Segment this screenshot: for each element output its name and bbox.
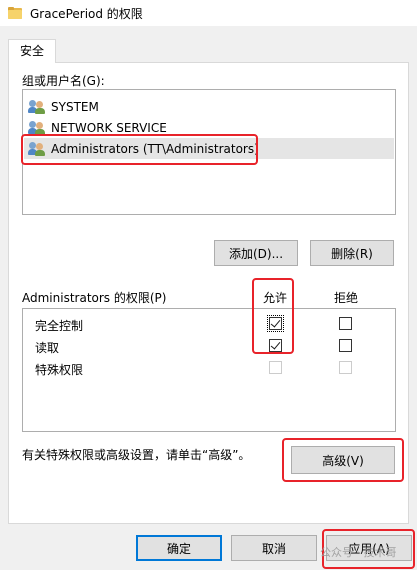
list-item-label: NETWORK SERVICE bbox=[51, 120, 167, 135]
check-icon bbox=[270, 317, 281, 328]
permission-row-label: 特殊权限 bbox=[35, 363, 84, 377]
list-item-label: Administrators (TT\Administrators) bbox=[51, 141, 259, 156]
advanced-hint: 有关特殊权限或高级设置，请单击“高级”。 bbox=[22, 448, 251, 462]
allow-column-header: 允许 bbox=[263, 291, 288, 305]
principals-label: 组或用户名(G): bbox=[22, 74, 105, 88]
check-icon bbox=[270, 339, 281, 350]
list-item-label: SYSTEM bbox=[51, 99, 99, 114]
full-control-allow-checkbox[interactable] bbox=[267, 315, 284, 332]
remove-button[interactable]: 删除(R) bbox=[310, 240, 394, 266]
users-icon bbox=[28, 141, 47, 157]
permissions-title: Administrators 的权限(P) bbox=[22, 291, 167, 305]
tab-security[interactable]: 安全 bbox=[8, 39, 56, 63]
principal-list[interactable]: SYSTEM NETWORK SERVICE Administrators (T… bbox=[22, 89, 396, 215]
permissions-table: 完全控制 读取 特殊权限 bbox=[22, 308, 396, 432]
title-bar[interactable]: GracePeriod 的权限 bbox=[0, 0, 417, 26]
list-item-administrators[interactable]: Administrators (TT\Administrators) bbox=[24, 138, 394, 159]
cancel-button[interactable]: 取消 bbox=[231, 535, 317, 561]
ok-button[interactable]: 确定 bbox=[136, 535, 222, 561]
window-title: GracePeriod 的权限 bbox=[30, 6, 143, 21]
watermark-text: 公众号 · 技术哥 bbox=[320, 546, 397, 559]
permissions-dialog: GracePeriod 的权限 安全 组或用户名(G): SYSTEM NETW… bbox=[0, 0, 417, 570]
users-icon bbox=[28, 99, 47, 115]
read-deny-checkbox[interactable] bbox=[339, 339, 352, 352]
advanced-button[interactable]: 高级(V) bbox=[291, 446, 395, 474]
permission-row-label: 完全控制 bbox=[35, 319, 84, 333]
special-allow-checkbox bbox=[269, 361, 282, 374]
permission-row-label: 读取 bbox=[35, 341, 60, 355]
list-item-network-service[interactable]: NETWORK SERVICE bbox=[24, 117, 394, 138]
special-deny-checkbox bbox=[339, 361, 352, 374]
add-button[interactable]: 添加(D)... bbox=[214, 240, 298, 266]
users-icon bbox=[28, 120, 47, 136]
full-control-deny-checkbox[interactable] bbox=[339, 317, 352, 330]
list-item-system[interactable]: SYSTEM bbox=[24, 96, 394, 117]
read-allow-checkbox[interactable] bbox=[269, 339, 282, 352]
deny-column-header: 拒绝 bbox=[334, 291, 359, 305]
folder-icon bbox=[8, 7, 22, 19]
